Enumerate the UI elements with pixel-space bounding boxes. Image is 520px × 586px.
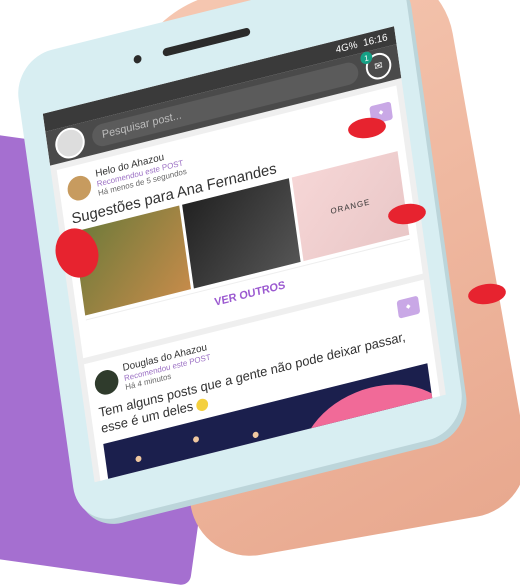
dot-decoration — [135, 454, 142, 463]
author-avatar[interactable] — [93, 366, 120, 397]
notification-badge: 1 — [359, 50, 374, 66]
dot-decoration — [252, 430, 259, 439]
search-placeholder: Pesquisar post... — [101, 109, 183, 142]
author-avatar[interactable] — [65, 172, 93, 203]
suggestion-brand: ORANGE — [329, 196, 371, 216]
dot-decoration — [192, 435, 200, 443]
brand-logo-icon: ◆ — [396, 294, 421, 319]
signal-indicator: 4G% — [335, 39, 359, 56]
user-avatar[interactable] — [53, 124, 87, 162]
chat-icon[interactable]: 1 ✉ — [359, 50, 393, 83]
emoji-icon — [195, 397, 210, 413]
